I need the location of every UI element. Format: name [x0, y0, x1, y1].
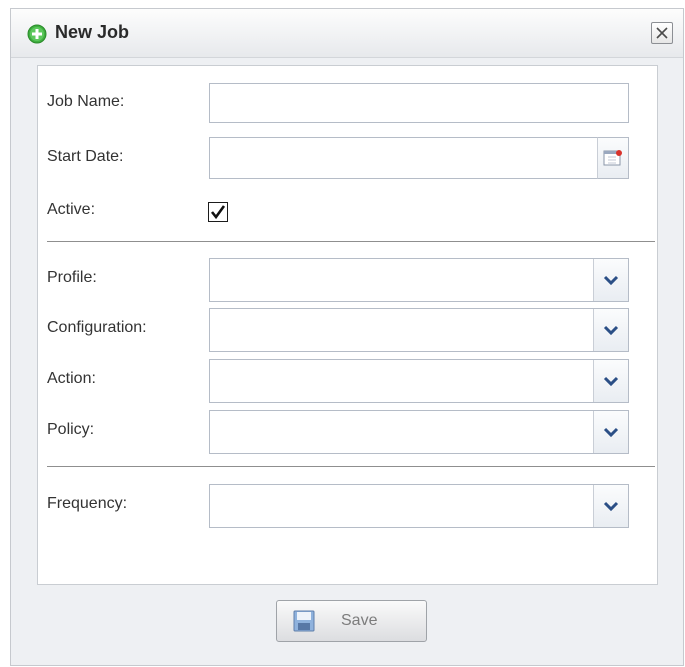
configuration-combobox[interactable]	[209, 308, 629, 352]
frequency-combobox[interactable]	[209, 484, 629, 528]
action-dropdown-trigger[interactable]	[593, 360, 628, 402]
chevron-down-icon	[594, 501, 628, 531]
checkmark-icon	[209, 205, 227, 225]
profile-label: Profile:	[47, 269, 97, 286]
active-checkbox[interactable]	[208, 202, 228, 222]
section-divider	[47, 466, 655, 467]
policy-label: Policy:	[47, 421, 95, 438]
new-job-dialog: New Job Job Name: Start Date: Active: Pr…	[10, 8, 684, 666]
save-button-label: Save	[341, 612, 378, 629]
close-button[interactable]	[651, 22, 673, 44]
start-date-label: Start Date:	[47, 148, 124, 165]
date-picker-button[interactable]	[597, 137, 629, 179]
action-input[interactable]	[210, 360, 594, 402]
profile-dropdown-trigger[interactable]	[593, 259, 628, 301]
job-name-input[interactable]	[209, 83, 629, 123]
policy-combobox[interactable]	[209, 410, 629, 454]
frequency-dropdown-trigger[interactable]	[593, 485, 628, 527]
close-icon	[652, 27, 672, 47]
dialog-titlebar: New Job	[11, 9, 683, 58]
floppy-disk-icon	[293, 610, 315, 632]
active-label: Active:	[47, 201, 96, 218]
chevron-down-icon	[594, 427, 628, 457]
frequency-input[interactable]	[210, 485, 594, 527]
policy-dropdown-trigger[interactable]	[593, 411, 628, 453]
calendar-icon	[598, 150, 628, 182]
action-label: Action:	[47, 370, 96, 387]
chevron-down-icon	[594, 325, 628, 355]
configuration-dropdown-trigger[interactable]	[593, 309, 628, 351]
save-button[interactable]: Save	[276, 600, 427, 642]
chevron-down-icon	[594, 376, 628, 406]
start-date-input[interactable]	[209, 137, 599, 179]
profile-combobox[interactable]	[209, 258, 629, 302]
action-combobox[interactable]	[209, 359, 629, 403]
chevron-down-icon	[594, 275, 628, 305]
job-name-label: Job Name:	[47, 93, 125, 110]
profile-input[interactable]	[210, 259, 594, 301]
add-circle-icon	[27, 24, 47, 44]
policy-input[interactable]	[210, 411, 594, 453]
configuration-input[interactable]	[210, 309, 594, 351]
frequency-label: Frequency:	[47, 495, 128, 512]
section-divider	[47, 241, 655, 242]
configuration-label: Configuration:	[47, 319, 147, 336]
dialog-title: New Job	[55, 22, 130, 42]
